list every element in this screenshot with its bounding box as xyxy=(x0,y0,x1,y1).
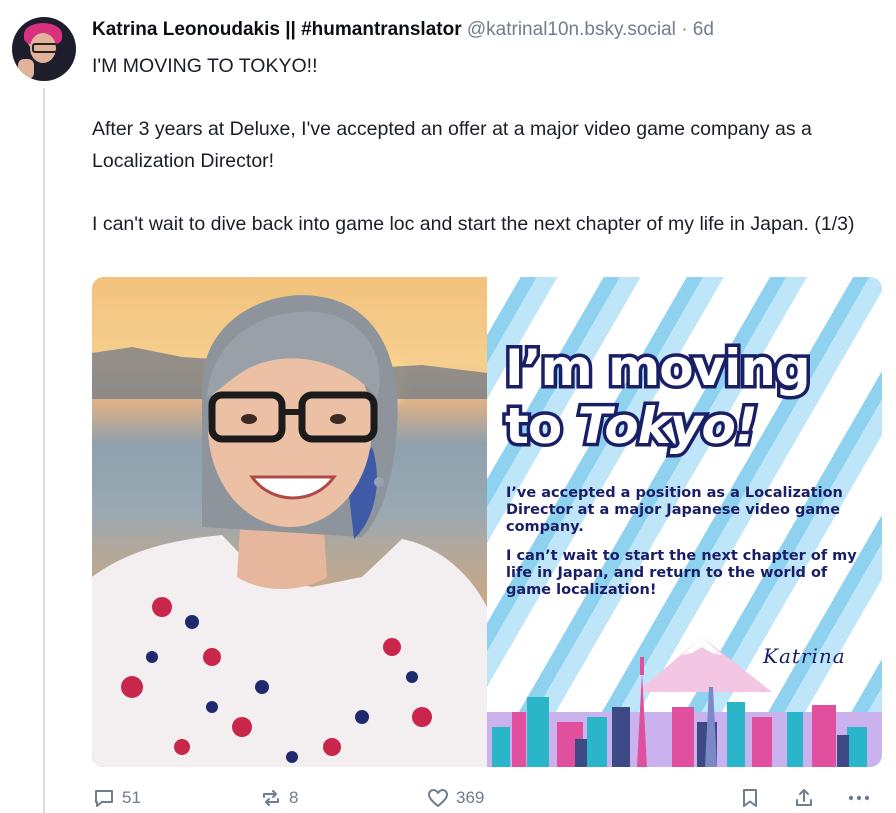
more-options-button[interactable] xyxy=(846,786,872,810)
bookmark-button[interactable] xyxy=(738,786,762,810)
reply-button[interactable]: 51 xyxy=(92,786,141,810)
card-title: I’m moving to Tokyo! xyxy=(502,336,875,459)
author-display-name[interactable]: Katrina Leonoudakis || #humantranslator xyxy=(92,19,462,40)
share-upload-icon xyxy=(792,786,816,810)
post-timestamp[interactable]: 6d xyxy=(693,19,714,40)
card-signature: Katrina xyxy=(763,644,846,668)
avatar-peace-hand xyxy=(18,59,34,79)
reply-count: 51 xyxy=(122,788,141,807)
post-header: Katrina Leonoudakis || #humantranslator … xyxy=(92,17,714,43)
post-text-paragraph3: I can't wait to dive back into game loc … xyxy=(92,213,855,235)
repost-button[interactable]: 8 xyxy=(259,786,298,810)
post-actions: 51 8 369 xyxy=(92,786,882,812)
card-title-tokyo: Tokyo! xyxy=(574,394,761,459)
announcement-card: I’m moving to Tokyo! I’ve accepted a pos… xyxy=(487,277,882,767)
card-body: I’ve accepted a position as a Localizati… xyxy=(506,485,866,611)
header-separator: · xyxy=(681,19,688,40)
card-title-line1: I’m moving xyxy=(502,336,815,401)
post-text-paragraph2: After 3 years at Deluxe, I've accepted a… xyxy=(92,118,812,172)
post-text-line1: I'M MOVING TO TOKYO!! xyxy=(92,55,318,77)
woman-selfie xyxy=(92,295,487,767)
selfie-photo xyxy=(92,277,487,767)
ellipsis-icon xyxy=(846,786,872,810)
author-avatar[interactable] xyxy=(12,17,76,81)
post-body: I'M MOVING TO TOKYO!! After 3 years at D… xyxy=(92,50,872,240)
card-title-line2: to Tokyo! xyxy=(502,394,875,459)
author-handle[interactable]: @katrinal10n.bsky.social xyxy=(467,19,676,40)
speech-bubble-icon xyxy=(92,786,116,810)
like-button[interactable]: 369 xyxy=(426,786,484,810)
like-count: 369 xyxy=(456,788,485,807)
repost-count: 8 xyxy=(289,788,299,807)
repost-arrows-icon xyxy=(259,786,283,810)
share-button[interactable] xyxy=(792,786,816,810)
thread-line xyxy=(43,88,45,813)
card-body-para1: I’ve accepted a position as a Localizati… xyxy=(506,485,843,535)
avatar-glasses xyxy=(32,43,58,53)
post-image[interactable]: I’m moving to Tokyo! I’ve accepted a pos… xyxy=(92,277,882,767)
tokyo-skyline xyxy=(487,637,882,767)
card-body-para2: I can’t wait to start the next chapter o… xyxy=(506,548,857,598)
heart-icon xyxy=(426,786,450,810)
bookmark-icon xyxy=(738,786,762,810)
card-title-to: to xyxy=(502,394,578,459)
